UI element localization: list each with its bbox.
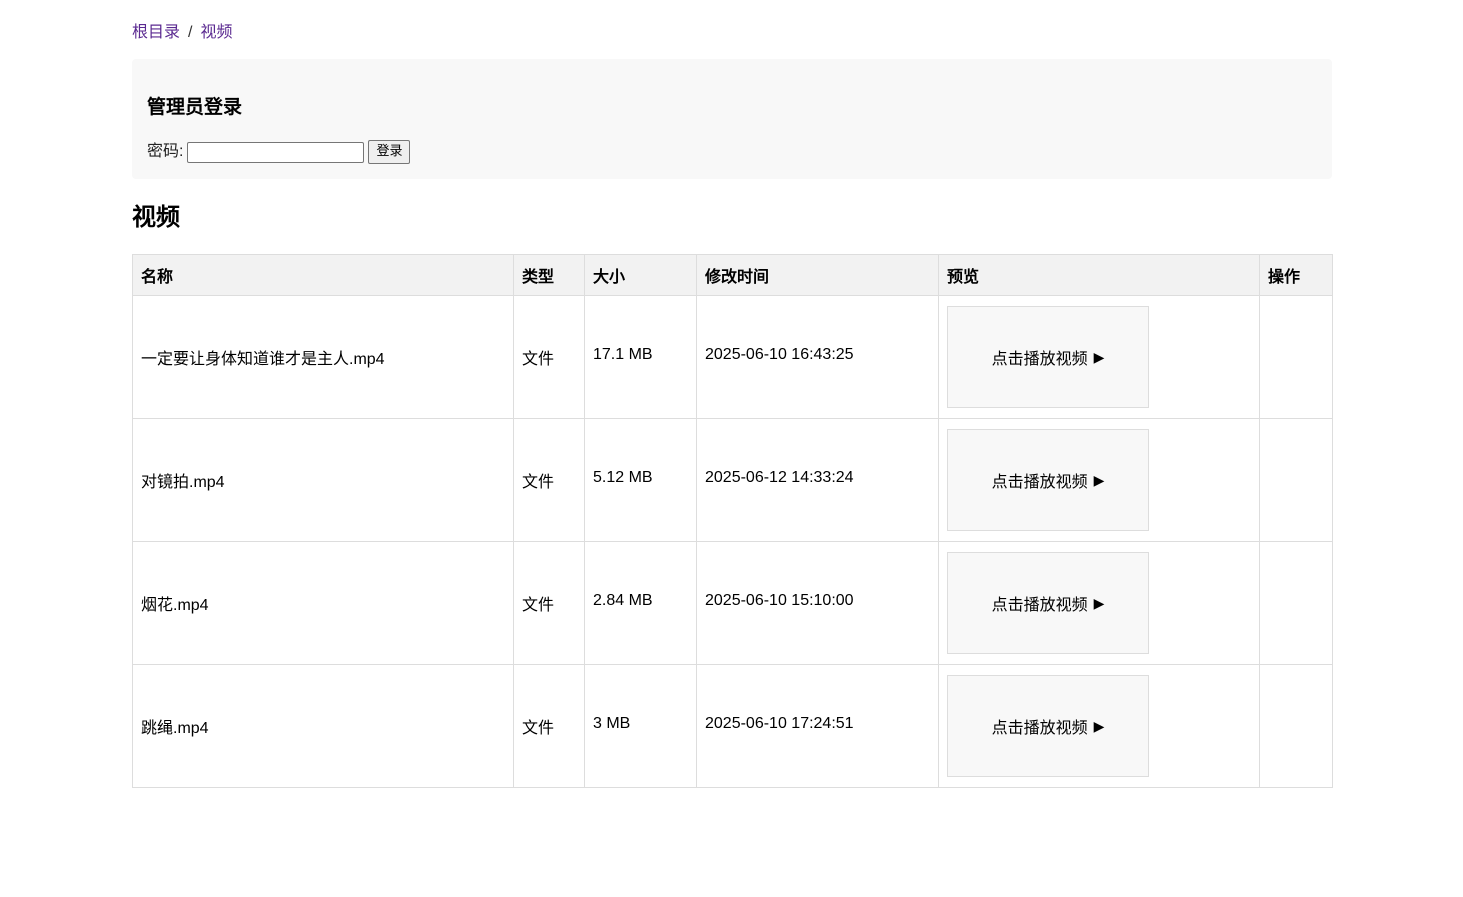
actions-cell (1259, 418, 1333, 542)
file-table: 名称 类型 大小 修改时间 预览 操作 一定要让身体知道谁才是主人.mp4 文件… (132, 254, 1333, 788)
file-name-cell: 对镜拍.mp4 (132, 418, 514, 542)
password-label: 密码: (147, 143, 184, 160)
file-size-cell: 17.1 MB (584, 295, 697, 419)
play-icon: ▶ (1093, 594, 1105, 611)
table-header-row: 名称 类型 大小 修改时间 预览 操作 (132, 254, 1333, 296)
play-video-button[interactable]: 点击播放视频 ▶ (947, 429, 1149, 531)
play-video-button[interactable]: 点击播放视频 ▶ (947, 306, 1149, 408)
play-icon: ▶ (1093, 717, 1105, 734)
file-type-cell: 文件 (513, 418, 585, 542)
file-size-cell: 2.84 MB (584, 541, 697, 665)
file-modified-cell: 2025-06-10 15:10:00 (696, 541, 939, 665)
play-video-label: 点击播放视频 (991, 351, 1088, 368)
column-header-type: 类型 (513, 254, 585, 296)
column-header-actions: 操作 (1259, 254, 1333, 296)
admin-login-panel: 管理员登录 密码: 登录 (132, 59, 1332, 179)
preview-cell: 点击播放视频 ▶ (938, 295, 1260, 419)
breadcrumb: 根目录 / 视频 (132, 23, 232, 43)
table-row: 对镜拍.mp4 文件 5.12 MB 2025-06-12 14:33:24 点… (132, 418, 1333, 542)
actions-cell (1259, 664, 1333, 788)
login-button[interactable]: 登录 (368, 140, 411, 164)
column-header-size: 大小 (584, 254, 697, 296)
file-modified-cell: 2025-06-10 16:43:25 (696, 295, 939, 419)
table-row: 烟花.mp4 文件 2.84 MB 2025-06-10 15:10:00 点击… (132, 541, 1333, 665)
play-video-label: 点击播放视频 (991, 597, 1088, 614)
file-size-cell: 3 MB (584, 664, 697, 788)
play-video-label: 点击播放视频 (991, 474, 1088, 491)
play-video-label: 点击播放视频 (991, 720, 1088, 737)
section-title: 视频 (132, 204, 180, 231)
file-name-cell: 一定要让身体知道谁才是主人.mp4 (132, 295, 514, 419)
password-input[interactable] (187, 141, 365, 163)
preview-cell: 点击播放视频 ▶ (938, 664, 1260, 788)
page: 根目录 / 视频 管理员登录 密码: 登录 视频 名称 类型 大小 修改时间 预… (0, 0, 1463, 897)
file-size-cell: 5.12 MB (584, 418, 697, 542)
file-modified-cell: 2025-06-12 14:33:24 (696, 418, 939, 542)
login-title: 管理员登录 (147, 97, 243, 118)
play-video-button[interactable]: 点击播放视频 ▶ (947, 675, 1149, 777)
play-icon: ▶ (1093, 471, 1105, 488)
column-header-name: 名称 (132, 254, 514, 296)
login-form: 密码: 登录 (147, 139, 411, 165)
file-type-cell: 文件 (513, 295, 585, 419)
breadcrumb-root-link[interactable]: 根目录 (132, 24, 180, 41)
file-modified-cell: 2025-06-10 17:24:51 (696, 664, 939, 788)
file-name-cell: 烟花.mp4 (132, 541, 514, 665)
file-type-cell: 文件 (513, 664, 585, 788)
breadcrumb-separator: / (188, 24, 193, 41)
preview-cell: 点击播放视频 ▶ (938, 418, 1260, 542)
play-video-button[interactable]: 点击播放视频 ▶ (947, 552, 1149, 654)
file-name-cell: 跳绳.mp4 (132, 664, 514, 788)
file-type-cell: 文件 (513, 541, 585, 665)
play-icon: ▶ (1093, 348, 1105, 365)
actions-cell (1259, 541, 1333, 665)
preview-cell: 点击播放视频 ▶ (938, 541, 1260, 665)
actions-cell (1259, 295, 1333, 419)
column-header-modified: 修改时间 (696, 254, 939, 296)
column-header-preview: 预览 (938, 254, 1260, 296)
breadcrumb-current-link[interactable]: 视频 (200, 24, 232, 41)
table-row: 跳绳.mp4 文件 3 MB 2025-06-10 17:24:51 点击播放视… (132, 664, 1333, 788)
table-row: 一定要让身体知道谁才是主人.mp4 文件 17.1 MB 2025-06-10 … (132, 295, 1333, 419)
